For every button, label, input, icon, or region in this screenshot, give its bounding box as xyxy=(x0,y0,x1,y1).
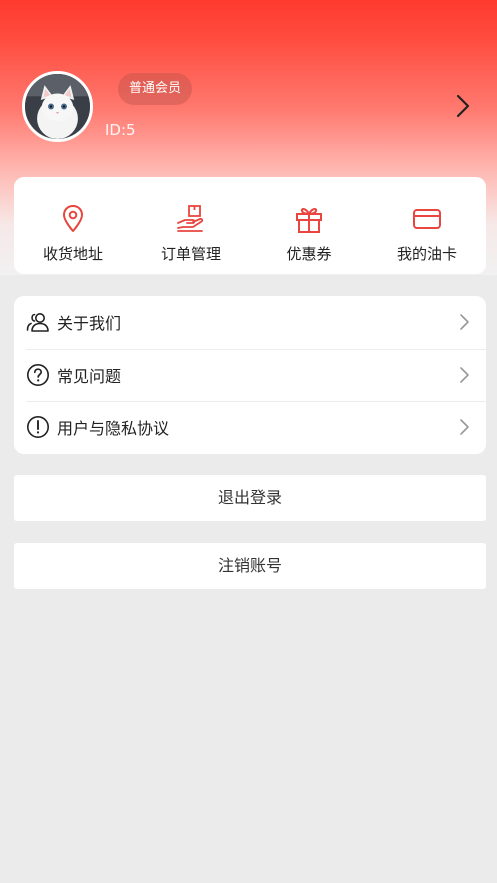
question-circle-icon xyxy=(27,363,49,386)
quick-actions-card: 收货地址 订单管理 优惠券 我的油卡 xyxy=(14,177,486,274)
quick-action-label: 收货地址 xyxy=(42,245,103,263)
avatar[interactable] xyxy=(22,71,93,142)
chevron-right-icon xyxy=(460,314,469,331)
exclamation-circle-icon xyxy=(27,416,49,439)
quick-action-label: 优惠券 xyxy=(286,245,332,263)
people-icon xyxy=(26,313,49,333)
gift-icon xyxy=(296,208,322,233)
chevron-right-icon xyxy=(460,419,469,436)
logout-button[interactable]: 退出登录 xyxy=(14,475,486,521)
settings-menu: 关于我们 常见问题 用户与隐私协议 xyxy=(14,296,486,454)
quick-action-orders[interactable]: 订单管理 xyxy=(132,177,250,274)
menu-item-label: 用户与隐私协议 xyxy=(57,419,170,439)
menu-item-faq[interactable]: 常见问题 xyxy=(14,348,486,402)
deactivate-account-button[interactable]: 注销账号 xyxy=(14,543,486,589)
quick-action-coupons[interactable]: 优惠券 xyxy=(250,177,368,274)
menu-item-label: 常见问题 xyxy=(57,366,122,386)
chevron-right-icon[interactable] xyxy=(452,93,474,119)
profile-page: 普通会员 ID:5 收货地址 订单管理 优惠券 我的油卡 关于我们 常见问题 用… xyxy=(0,0,497,883)
menu-item-label: 关于我们 xyxy=(57,314,122,334)
quick-action-address[interactable]: 收货地址 xyxy=(14,177,132,274)
chevron-right-icon xyxy=(460,367,469,383)
quick-action-label: 订单管理 xyxy=(160,245,221,263)
card-icon xyxy=(413,209,441,229)
member-level-badge: 普通会员 xyxy=(118,73,193,105)
location-pin-icon xyxy=(63,205,83,232)
user-id-text: ID:5 xyxy=(105,121,136,139)
menu-item-about-us[interactable]: 关于我们 xyxy=(14,296,486,349)
quick-action-label: 我的油卡 xyxy=(396,245,457,263)
quick-action-fuel-card[interactable]: 我的油卡 xyxy=(368,177,486,274)
hand-box-icon xyxy=(177,205,204,232)
avatar-cat-image xyxy=(25,74,90,139)
menu-item-privacy-agreement[interactable]: 用户与隐私协议 xyxy=(14,401,486,454)
